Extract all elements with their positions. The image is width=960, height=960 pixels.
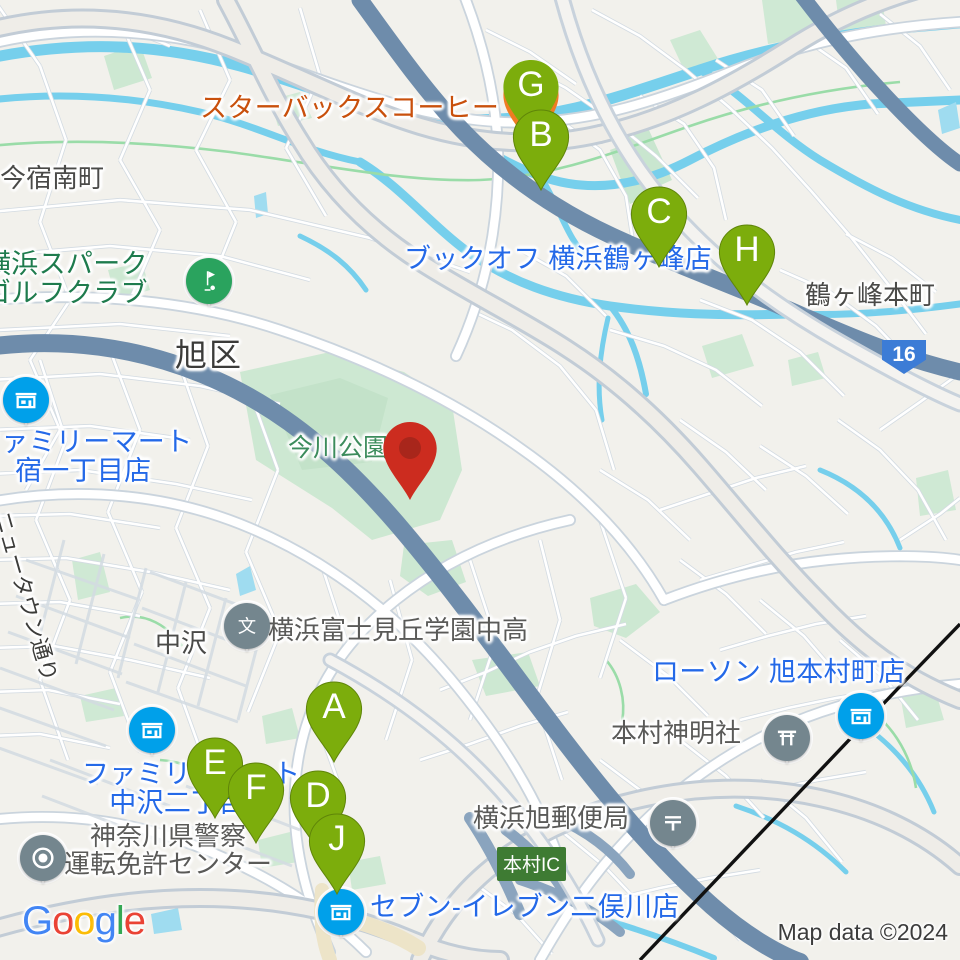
logo-letter-l: l bbox=[115, 899, 125, 943]
logo-letter-G: G bbox=[22, 899, 53, 943]
marker-letter: C bbox=[646, 192, 672, 231]
convenience-store-icon-imajuku[interactable] bbox=[0, 374, 52, 426]
hommura-ic-label: 本村IC bbox=[497, 847, 567, 881]
police-glyph bbox=[32, 847, 54, 869]
map-basemap bbox=[0, 0, 960, 960]
marker-letter: H bbox=[734, 230, 760, 269]
svg-text:文: 文 bbox=[238, 617, 256, 638]
marker-letter: A bbox=[322, 687, 346, 726]
convenience-store-icon-hommura[interactable] bbox=[835, 690, 887, 742]
police-icon[interactable] bbox=[17, 832, 69, 884]
marker-pin-B[interactable]: B bbox=[510, 108, 572, 192]
marker-letter: B bbox=[529, 115, 553, 154]
marker-pin-J[interactable]: J bbox=[306, 812, 368, 896]
golf-glyph bbox=[204, 271, 216, 291]
school-icon[interactable]: 文 bbox=[221, 600, 273, 652]
torii-glyph bbox=[777, 730, 797, 746]
marker-pin-H[interactable]: H bbox=[716, 223, 778, 307]
logo-letter-e: e bbox=[123, 899, 146, 943]
post-glyph bbox=[664, 816, 682, 831]
marker-letter: D bbox=[305, 776, 331, 815]
destination-pin[interactable] bbox=[380, 420, 440, 502]
marker-pin-A[interactable]: A bbox=[303, 680, 365, 764]
marker-letter: J bbox=[328, 819, 346, 858]
store-glyph bbox=[15, 392, 37, 409]
logo-letter-g: g bbox=[94, 899, 117, 943]
logo-letter-o1: o bbox=[52, 899, 74, 943]
golf-icon[interactable] bbox=[183, 255, 235, 307]
marker-letter: F bbox=[245, 768, 267, 807]
marker-letter: G bbox=[517, 65, 545, 104]
convenience-store-icon-nakazawa[interactable] bbox=[126, 704, 178, 756]
marker-pin-F[interactable]: F bbox=[225, 761, 287, 845]
destination-pin-shape bbox=[383, 422, 437, 500]
store-glyph bbox=[330, 904, 352, 921]
route-number: 16 bbox=[892, 343, 916, 366]
google-logo[interactable]: Google bbox=[22, 899, 146, 944]
post-office-icon[interactable] bbox=[647, 797, 699, 849]
map-canvas[interactable]: 文 G B C H A E F D J 16 本村IC スターバックスコーヒー … bbox=[0, 0, 960, 960]
shrine-icon[interactable] bbox=[761, 712, 813, 764]
store-glyph bbox=[850, 708, 872, 725]
marker-pin-C[interactable]: C bbox=[628, 185, 690, 269]
school-glyph: 文 bbox=[238, 617, 256, 638]
logo-letter-o2: o bbox=[73, 899, 95, 943]
store-glyph bbox=[141, 722, 163, 739]
map-attribution: Map data ©2024 bbox=[777, 919, 948, 945]
